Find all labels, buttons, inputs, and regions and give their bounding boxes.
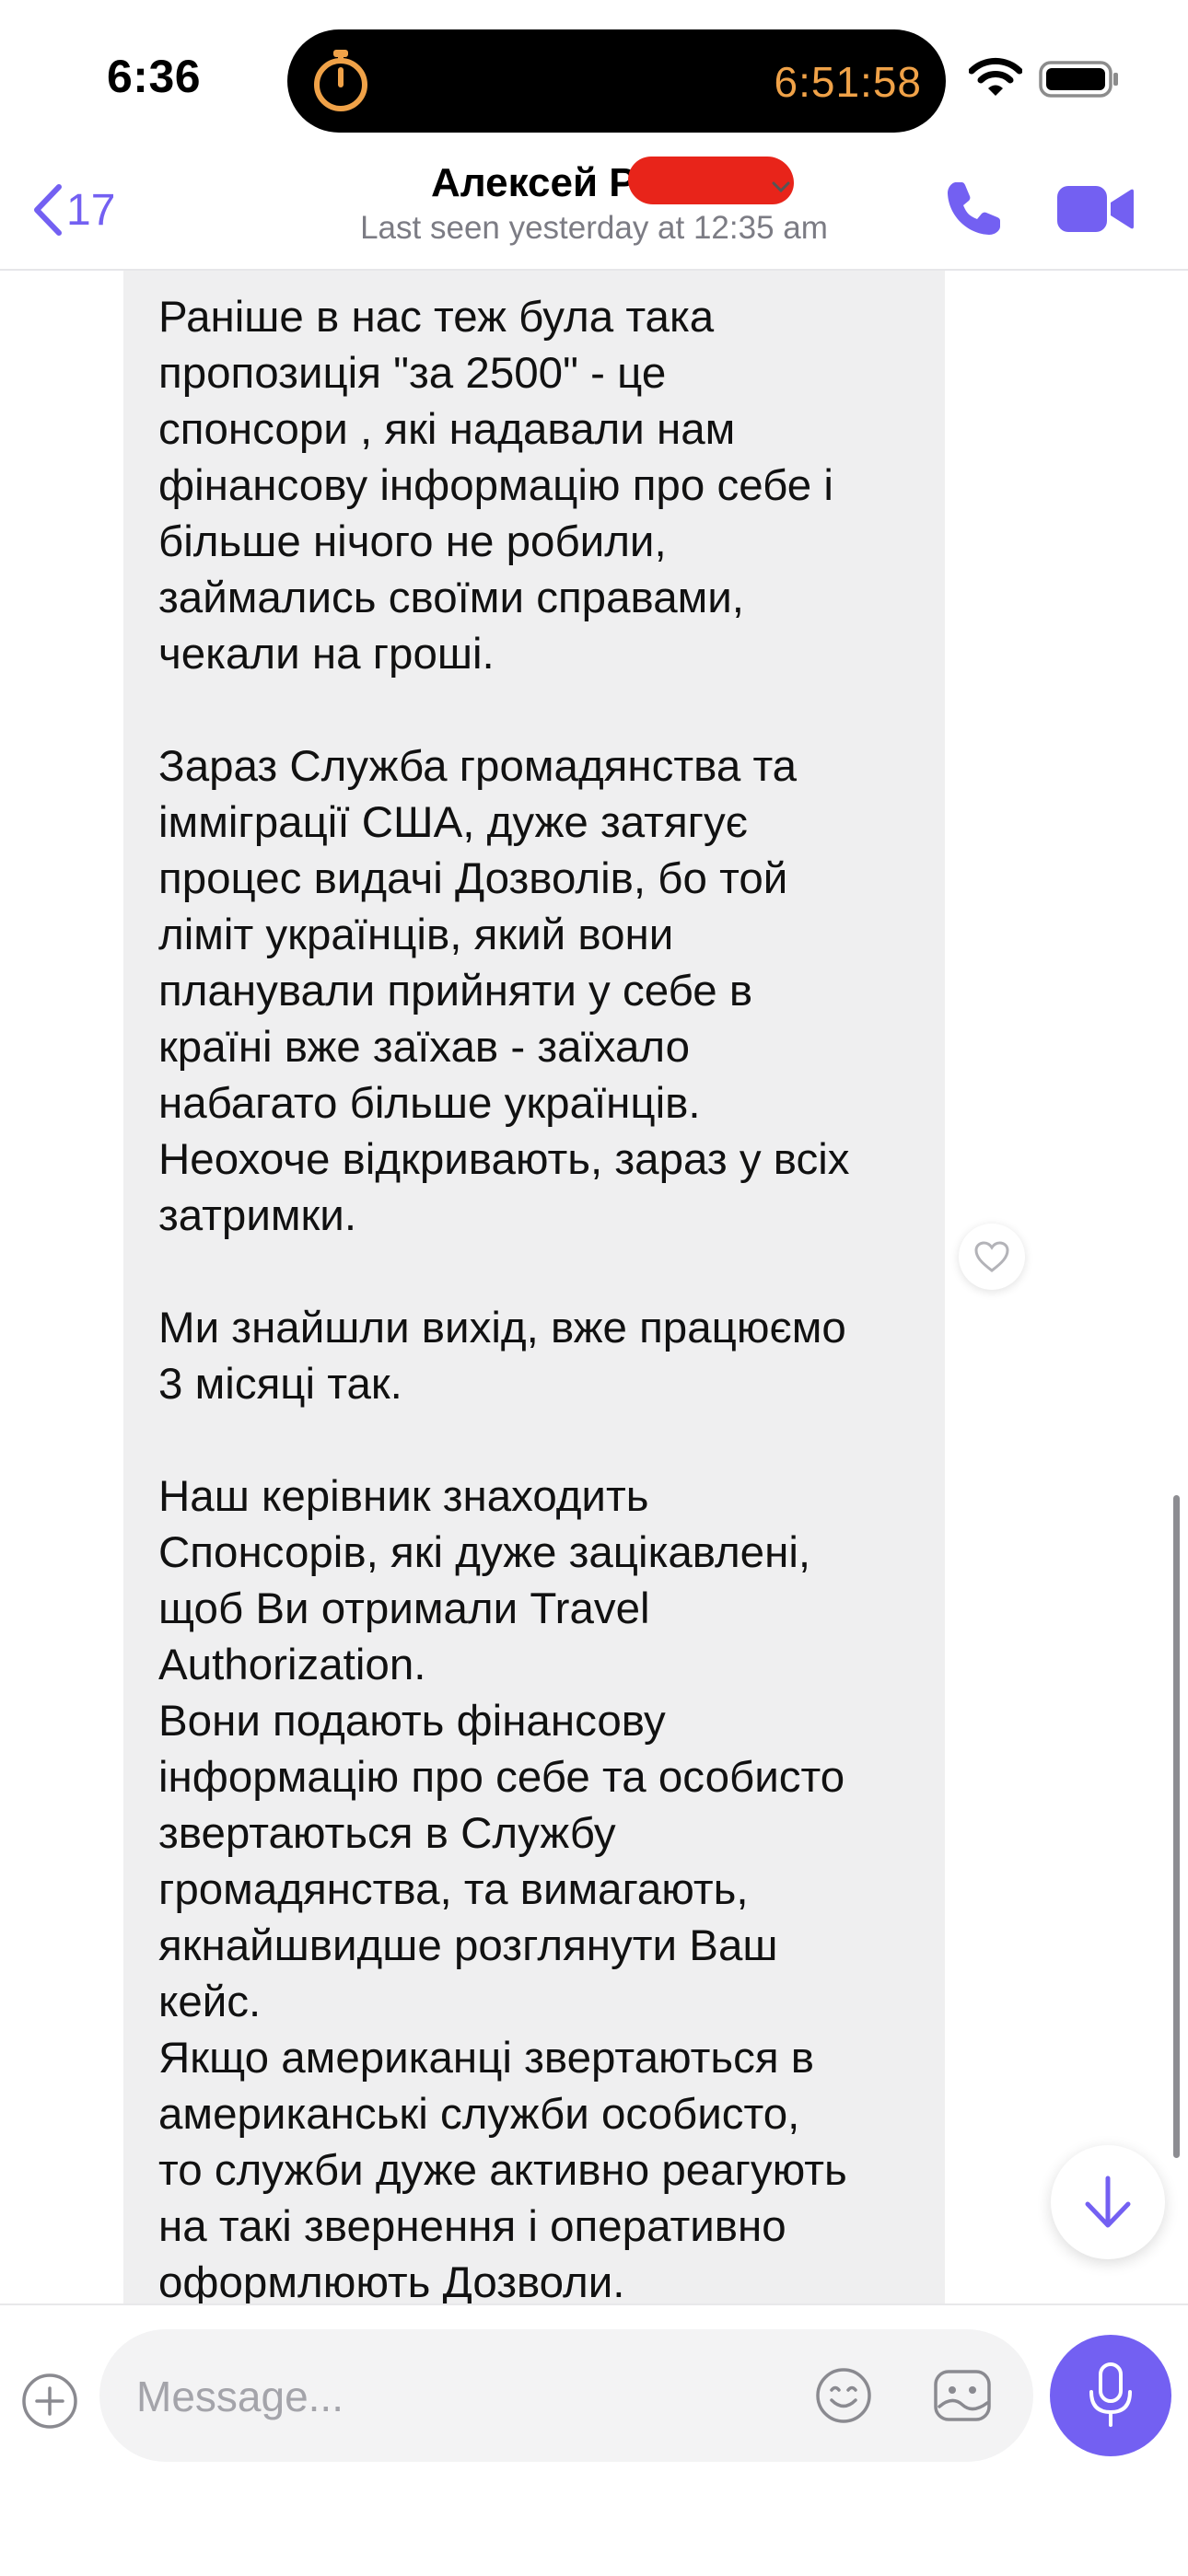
message-input[interactable] [134,2366,783,2427]
chat-header: 17 Алексей Р Last seen yesterday at 12:3… [0,147,1188,271]
status-time: 6:36 [107,51,202,102]
scroll-down-button[interactable] [1051,2145,1165,2259]
message-bubble[interactable]: Раніше в нас теж була така пропозиція "з… [123,271,945,2303]
voice-message-button[interactable] [1050,2335,1171,2456]
emoji-icon[interactable] [814,2366,873,2425]
message-text: Раніше в нас теж була така пропозиція "з… [158,293,850,2303]
phone-icon[interactable] [943,179,1004,239]
wifi-icon [969,57,1022,96]
arrow-down-icon [1085,2176,1131,2228]
message-composer [0,2303,1188,2576]
last-seen-status: Last seen yesterday at 12:35 am [360,210,828,246]
plus-circle-icon[interactable] [20,2372,79,2431]
stopwatch-icon [314,50,367,111]
battery-icon [1039,61,1118,98]
contact-name[interactable]: Алексей Р [431,160,636,206]
scrollbar[interactable] [1173,1495,1180,2158]
heart-icon [974,1241,1009,1272]
redaction-mark [628,157,794,204]
microphone-icon [1089,2362,1132,2427]
message-list[interactable]: Раніше в нас теж була така пропозиція "з… [0,271,1188,2303]
sticker-icon[interactable] [932,2366,993,2425]
message-input-container[interactable] [99,2329,1033,2462]
chevron-down-icon[interactable] [772,180,790,193]
like-button[interactable] [959,1224,1025,1290]
timer-readout: 6:51:58 [774,58,922,106]
dynamic-island: 6:51:58 [287,29,946,133]
video-camera-icon[interactable] [1055,182,1135,236]
